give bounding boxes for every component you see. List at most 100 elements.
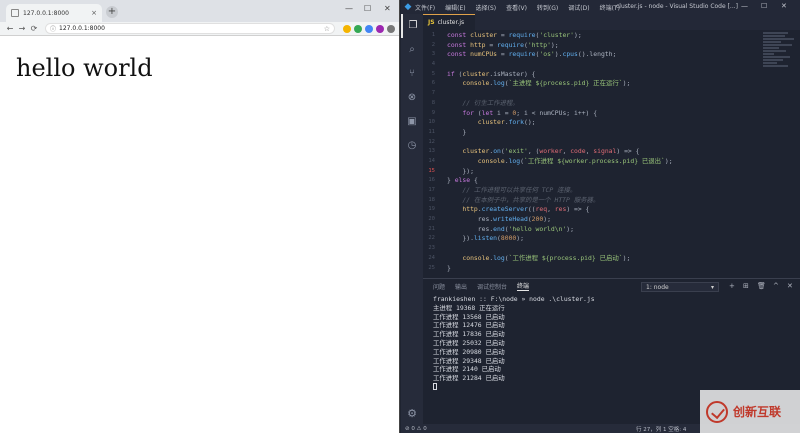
line-number[interactable]: 1 (423, 31, 447, 41)
line-number[interactable]: 19 (423, 205, 447, 215)
line-number[interactable]: 7 (423, 89, 447, 99)
maximize-panel-icon[interactable]: ^ (773, 282, 779, 290)
code-line[interactable]: 2 const http = require('http'); (423, 41, 763, 51)
line-number[interactable]: 3 (423, 50, 447, 60)
bookmark-star-icon[interactable]: ☆ (324, 25, 330, 33)
chrome-menu-icon[interactable] (387, 24, 395, 33)
code-editor[interactable]: 1 const cluster = require('cluster'); 2 con… (423, 31, 763, 273)
trash-icon[interactable]: 🗑 (757, 282, 766, 290)
line-number[interactable]: 21 (423, 225, 447, 235)
code-line[interactable]: 16} else { (423, 176, 763, 186)
explorer-icon[interactable]: ▣ (401, 110, 423, 134)
line-number[interactable]: 13 (423, 147, 447, 157)
code-line[interactable]: 1 const cluster = require('cluster'); (423, 31, 763, 41)
line-number[interactable]: 24 (423, 254, 447, 264)
code-line[interactable]: 21 res.end('hello world\n'); (423, 225, 763, 235)
code-line[interactable]: 8 // 衍生工作进程。 (423, 99, 763, 109)
search-icon[interactable]: ⌕ (401, 38, 423, 62)
timeline-icon[interactable]: ◷ (401, 134, 423, 158)
settings-gear-icon[interactable]: ⚙ (401, 407, 423, 420)
browser-tab[interactable]: 127.0.0.1:8000 × (6, 4, 102, 22)
tab-problems[interactable]: 问题 (433, 282, 445, 291)
line-number[interactable]: 6 (423, 79, 447, 89)
code-line[interactable]: 5 if (cluster.isMaster) { (423, 70, 763, 80)
forward-button[interactable]: → (16, 24, 28, 33)
address-bar[interactable]: ⓘ 127.0.0.1:8000 ☆ (45, 23, 335, 34)
line-number[interactable]: 4 (423, 60, 447, 70)
tab-debug-console[interactable]: 调试控制台 (477, 282, 507, 291)
extension-icon[interactable] (365, 24, 373, 33)
line-number[interactable]: 22 (423, 234, 447, 244)
menu-debug[interactable]: 调试(D) (568, 3, 589, 12)
code-line[interactable]: 4 (423, 60, 763, 70)
site-info-icon[interactable]: ⓘ (50, 24, 56, 33)
close-window-button[interactable]: ✕ (384, 4, 391, 13)
line-number[interactable]: 18 (423, 196, 447, 206)
close-window-button[interactable]: ✕ (781, 2, 787, 10)
code-line[interactable]: 24 console.log(`工作进程 ${process.pid} 已启动`… (423, 254, 763, 264)
code-line[interactable]: 25} (423, 264, 763, 274)
code-line[interactable]: 19 http.createServer((req, res) => { (423, 205, 763, 215)
line-number[interactable]: 8 (423, 99, 447, 109)
split-terminal-icon[interactable]: ⊞ (743, 282, 749, 290)
menu-edit[interactable]: 编辑(E) (445, 3, 465, 12)
maximize-button[interactable]: ☐ (364, 4, 371, 13)
close-panel-icon[interactable]: ✕ (787, 282, 793, 290)
new-terminal-icon[interactable]: + (729, 282, 735, 290)
code-line[interactable]: 14 console.log(`工作进程 ${worker.process.pi… (423, 157, 763, 167)
source-control-icon[interactable]: ⑂ (401, 62, 423, 86)
new-tab-button[interactable]: + (106, 6, 118, 18)
line-number[interactable]: 23 (423, 244, 447, 254)
tab-cluster-js[interactable]: JS cluster.js (423, 14, 475, 30)
line-number[interactable]: 11 (423, 128, 447, 138)
code-line[interactable]: 7 (423, 89, 763, 99)
tab-terminal[interactable]: 终端 (517, 281, 530, 291)
line-number[interactable]: 16 (423, 176, 447, 186)
minimize-button[interactable]: — (345, 4, 353, 13)
back-button[interactable]: ← (4, 24, 16, 33)
minimap[interactable] (763, 31, 799, 91)
menu-goto[interactable]: 转到(G) (537, 3, 558, 12)
code-line[interactable]: 10 cluster.fork(); (423, 118, 763, 128)
extension-icon[interactable] (376, 24, 384, 33)
line-number[interactable]: 14 (423, 157, 447, 167)
code-line[interactable]: 12 (423, 138, 763, 148)
extension-icon[interactable] (343, 24, 351, 33)
terminal-cursor-line[interactable] (433, 383, 595, 392)
files-icon[interactable]: ❐ (401, 14, 423, 38)
code-line[interactable]: 13 cluster.on('exit', (worker, code, sig… (423, 147, 763, 157)
minimize-button[interactable]: — (741, 2, 748, 10)
cursor-position[interactable]: 行 27，列 1 空格: 4 (636, 425, 686, 433)
maximize-button[interactable]: ☐ (761, 2, 767, 10)
extension-icon[interactable] (354, 24, 362, 33)
extensions-icon[interactable]: ⊗ (401, 86, 423, 110)
line-number[interactable]: 9 (423, 109, 447, 119)
menu-selection[interactable]: 选择(S) (476, 3, 497, 12)
menu-view[interactable]: 查看(V) (506, 3, 527, 12)
code-line[interactable]: 11 } (423, 128, 763, 138)
code-line[interactable]: 22 }).listen(8000); (423, 234, 763, 244)
code-line[interactable]: 15 }); (423, 167, 763, 177)
line-number[interactable]: 15 (423, 167, 447, 177)
code-line[interactable]: 20 res.writeHead(200); (423, 215, 763, 225)
problems-count[interactable]: ⊘ 0 ⚠ 0 (405, 426, 427, 432)
tab-close-icon[interactable]: × (91, 9, 97, 17)
terminal-select-dropdown[interactable]: 1: node ▾ (641, 282, 719, 292)
line-number[interactable]: 12 (423, 138, 447, 148)
menu-file[interactable]: 文件(F) (415, 3, 435, 12)
terminal-output[interactable]: frankieshen :: F:\node » node .\cluster.… (433, 295, 595, 392)
code-line[interactable]: 23 (423, 244, 763, 254)
line-number[interactable]: 2 (423, 41, 447, 51)
code-line[interactable]: 18 // 在本例子中，共享的是一个 HTTP 服务器。 (423, 196, 763, 206)
line-number[interactable]: 17 (423, 186, 447, 196)
line-number[interactable]: 5 (423, 70, 447, 80)
address-url[interactable]: 127.0.0.1:8000 (59, 25, 324, 32)
code-line[interactable]: 9 for (let i = 0; i < numCPUs; i++) { (423, 109, 763, 119)
code-line[interactable]: 3 const numCPUs = require('os').cpus().le… (423, 50, 763, 60)
line-number[interactable]: 20 (423, 215, 447, 225)
line-number[interactable]: 10 (423, 118, 447, 128)
code-line[interactable]: 6 console.log(`主进程 ${process.pid} 正在运行`)… (423, 79, 763, 89)
code-line[interactable]: 17 // 工作进程可以共享任何 TCP 连接。 (423, 186, 763, 196)
tab-output[interactable]: 输出 (455, 282, 467, 291)
reload-button[interactable]: ⟳ (28, 24, 40, 33)
